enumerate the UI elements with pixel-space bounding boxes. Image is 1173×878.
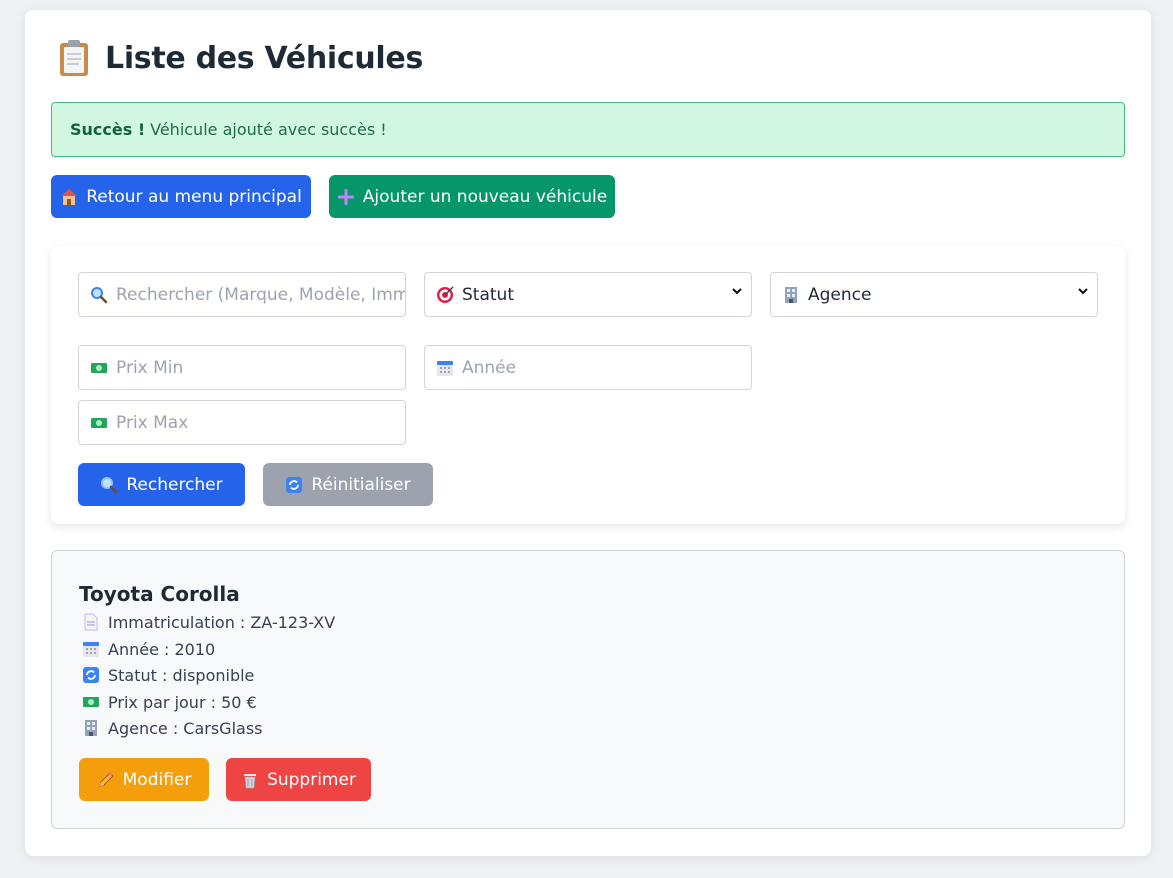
- alert-message: Véhicule ajouté avec succès !: [150, 120, 387, 139]
- reset-button-label: Réinitialiser: [311, 474, 411, 495]
- search-icon: [90, 286, 108, 304]
- year-input[interactable]: Année: [424, 345, 752, 390]
- clipboard-icon: [57, 39, 91, 77]
- chevron-down-icon: [731, 285, 743, 301]
- vehicle-card: Toyota Corolla Immatriculation : ZA-123-…: [51, 550, 1125, 829]
- chevron-down-icon: [1077, 285, 1089, 301]
- money-icon: [82, 693, 100, 711]
- price-text: Prix par jour : 50 €: [108, 692, 257, 712]
- year-placeholder: Année: [462, 357, 517, 378]
- status-text: Statut : disponible: [108, 665, 255, 685]
- vehicle-price: Prix par jour : 50 €: [82, 692, 257, 712]
- agency-text: Agence : CarsGlass: [108, 718, 263, 738]
- search-placeholder: Rechercher (Marque, Modèle, Immatriculat…: [116, 284, 405, 305]
- building-icon: [782, 286, 800, 304]
- vehicle-year: Année : 2010: [82, 639, 215, 659]
- add-label: Ajouter un nouveau véhicule: [362, 186, 608, 207]
- price-min-placeholder: Prix Min: [116, 357, 184, 378]
- search-icon: [100, 476, 118, 494]
- price-min-input[interactable]: Prix Min: [78, 345, 406, 390]
- pencil-icon: [97, 771, 115, 789]
- reset-button[interactable]: Réinitialiser: [263, 463, 433, 506]
- back-to-menu-button[interactable]: Retour au menu principal: [51, 175, 311, 218]
- edit-label: Modifier: [122, 769, 192, 790]
- page-title: Liste des Véhicules: [105, 40, 424, 76]
- filter-panel: Rechercher (Marque, Modèle, Immatriculat…: [51, 246, 1125, 524]
- calendar-icon: [82, 640, 100, 658]
- agency-selected: Agence: [808, 284, 872, 305]
- target-icon: [436, 285, 454, 304]
- search-button-label: Rechercher: [126, 474, 223, 495]
- delete-label: Supprimer: [267, 769, 356, 790]
- status-select[interactable]: Statut: [424, 272, 752, 317]
- price-max-input[interactable]: Prix Max: [78, 400, 406, 445]
- search-button[interactable]: Rechercher: [78, 463, 245, 506]
- agency-select[interactable]: Agence: [770, 272, 1098, 317]
- success-alert: Succès ! Véhicule ajouté avec succès !: [51, 102, 1125, 157]
- registration-text: Immatriculation : ZA-123-XV: [108, 612, 336, 632]
- refresh-icon: [285, 476, 303, 494]
- year-text: Année : 2010: [108, 639, 216, 659]
- plus-icon: [337, 188, 355, 206]
- page-header: Liste des Véhicules: [57, 38, 423, 78]
- vehicle-name: Toyota Corolla: [79, 582, 240, 606]
- trash-icon: [241, 771, 259, 789]
- money-icon: [90, 359, 108, 377]
- edit-button[interactable]: Modifier: [79, 758, 209, 801]
- vehicle-agency: Agence : CarsGlass: [82, 718, 263, 738]
- back-label: Retour au menu principal: [86, 186, 302, 207]
- document-icon: [82, 613, 100, 631]
- price-max-placeholder: Prix Max: [116, 412, 189, 433]
- delete-button[interactable]: Supprimer: [226, 758, 371, 801]
- alert-strong: Succès !: [70, 120, 146, 139]
- building-icon: [82, 719, 100, 737]
- vehicle-status: Statut : disponible: [82, 665, 254, 685]
- refresh-icon: [82, 666, 100, 684]
- calendar-icon: [436, 359, 454, 377]
- house-icon: [60, 188, 78, 206]
- money-icon: [90, 414, 108, 432]
- main-container: Liste des Véhicules Succès ! Véhicule aj…: [25, 10, 1151, 856]
- vehicle-registration: Immatriculation : ZA-123-XV: [82, 612, 335, 632]
- search-input[interactable]: Rechercher (Marque, Modèle, Immatriculat…: [78, 272, 406, 317]
- add-vehicle-button[interactable]: Ajouter un nouveau véhicule: [329, 175, 615, 218]
- status-selected: Statut: [462, 284, 514, 305]
